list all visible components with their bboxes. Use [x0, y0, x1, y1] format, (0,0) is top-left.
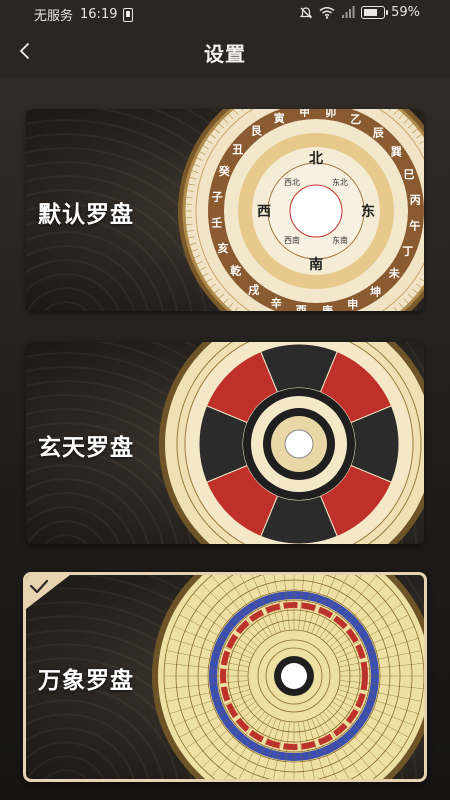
- compass-ring-char: 壬: [211, 215, 222, 229]
- compass-option-label: 万象罗盘: [38, 668, 134, 694]
- compass-ring-char: 酉: [296, 304, 307, 311]
- compass-dir-southeast: 东南: [332, 235, 348, 245]
- compass-ring-char: 戌: [248, 282, 259, 296]
- compass-ring-char: 子: [212, 190, 223, 203]
- compass-ring-char: 庚: [322, 303, 333, 311]
- status-left: 无服务 16:19: [34, 5, 134, 24]
- compass-ring-char: 申: [347, 297, 358, 311]
- compass-ring-char: 卯: [325, 109, 336, 119]
- compass-ring-char: 巳: [404, 168, 415, 181]
- compass-dir-east: 东: [361, 203, 375, 220]
- compass-ring-char: 未: [388, 266, 401, 280]
- compass-options-list: 丑艮寅 甲 卯 乙辰巽巳丙午丁未坤申 庚 酉 辛戌乾亥壬子癸 北 东 南 西 东北 东南 西…: [0, 78, 450, 800]
- nav-bar: 设置: [0, 26, 450, 78]
- wifi-icon: [319, 7, 335, 19]
- compass-ring-char: 甲: [299, 109, 310, 119]
- compass-ring-char: 寅: [274, 111, 285, 125]
- clock-text: 16:19: [80, 7, 118, 22]
- compass-dir-north: 北: [309, 151, 323, 167]
- compass-option-label: 默认罗盘: [38, 202, 134, 228]
- compass-dir-west: 西: [257, 204, 271, 220]
- carrier-text: 无服务: [34, 9, 74, 24]
- compass-ring-char: 癸: [218, 164, 231, 178]
- default-compass-image: 丑艮寅 甲 卯 乙辰巽巳丙午丁未坤申 庚 酉 辛戌乾亥壬子癸 北 东 南 西 东北 东南 西…: [178, 109, 424, 311]
- page-title: 设置: [204, 42, 246, 66]
- compass-ring-char: 亥: [218, 241, 229, 255]
- status-right: 59%: [299, 5, 420, 20]
- signal-icon: [342, 6, 355, 18]
- mute-icon: [299, 6, 313, 18]
- compass-ring-char: 辰: [373, 127, 385, 140]
- battery-text: 59%: [391, 5, 420, 20]
- selected-check-icon: [26, 575, 70, 609]
- wanxiang-compass-image: [152, 575, 424, 779]
- compass-ring-char: 丑: [232, 143, 243, 156]
- compass-ring-char: 坤: [370, 284, 381, 298]
- compass-ring-char: 艮: [251, 124, 263, 138]
- compass-ring-char: 巽: [391, 145, 402, 158]
- status-bar: 无服务 16:19 59%: [0, 0, 450, 26]
- compass-option-xuantian[interactable]: 玄天罗盘: [26, 342, 424, 544]
- compass-ring-char: 乙: [350, 113, 361, 126]
- compass-option-default[interactable]: 丑艮寅 甲 卯 乙辰巽巳丙午丁未坤申 庚 酉 辛戌乾亥壬子癸 北 东 南 西 东北 东南 西…: [26, 109, 424, 311]
- compass-dir-south: 南: [309, 256, 323, 273]
- battery-icon: [361, 6, 389, 19]
- compass-ring-char: 丁: [402, 245, 413, 258]
- compass-ring-char: 辛: [271, 296, 282, 310]
- compass-option-wanxiang[interactable]: 万象罗盘: [23, 572, 427, 782]
- compass-dir-northeast: 东北: [332, 177, 348, 187]
- compass-option-label: 玄天罗盘: [38, 435, 134, 461]
- compass-dir-southwest: 西南: [284, 235, 300, 245]
- xuantian-compass-image: [159, 342, 424, 544]
- sim-icon: [123, 7, 134, 22]
- compass-ring-char: 午: [409, 219, 420, 233]
- compass-dir-northwest: 西北: [284, 178, 300, 187]
- compass-ring-char: 丙: [410, 194, 421, 207]
- compass-ring-char: 乾: [230, 264, 241, 278]
